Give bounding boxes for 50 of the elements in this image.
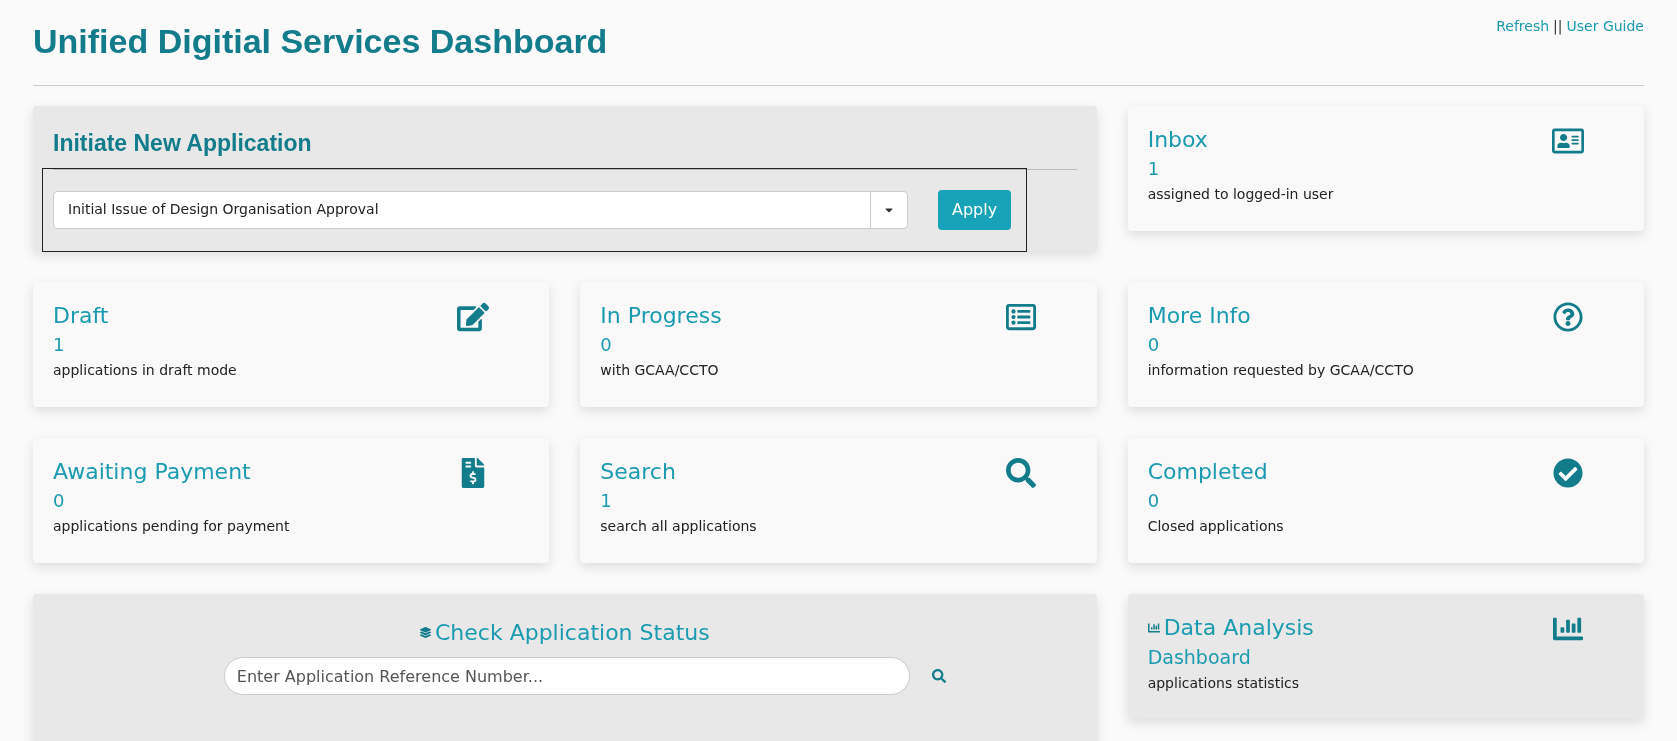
id-card-icon (1552, 126, 1584, 156)
reference-number-input[interactable]: Enter Application Reference Number... (223, 657, 910, 695)
card-description: information requested by GCAA/CCTO (1147, 361, 1414, 380)
status-card[interactable]: Search 1 search all applications (580, 438, 1097, 563)
card-description: with GCAA/CCTO (600, 361, 720, 380)
select-value: Initial Issue of Design Organisation Approval (67, 200, 380, 219)
card-description: Closed applications (1147, 517, 1284, 536)
question-icon (1552, 302, 1584, 332)
card-title[interactable]: Awaiting Payment (53, 458, 290, 486)
card-title[interactable]: Search (600, 458, 757, 486)
layers-icon (419, 627, 431, 638)
card-count: 0 (53, 489, 66, 512)
status-card[interactable]: More Info 0 information requested by GCAA/CCTO (1127, 282, 1644, 407)
search-icon (1004, 458, 1037, 488)
card-count: 1 (53, 333, 66, 356)
search-icon[interactable] (931, 669, 946, 683)
card-title[interactable]: Draft (53, 302, 237, 330)
card-count: 0 (600, 333, 613, 356)
card-description: applications statistics (1147, 674, 1301, 694)
card-description: applications in draft mode (53, 361, 237, 380)
dashboard-link[interactable]: Dashboard (1147, 645, 1314, 670)
card-count: 0 (1147, 489, 1161, 512)
status-card[interactable]: Awaiting Payment 0 applications pending for payment (33, 438, 550, 563)
status-card[interactable]: Completed 0 Closed applications (1127, 438, 1644, 563)
application-type-select[interactable]: Initial Issue of Design Organisation Approval (53, 190, 908, 229)
user-guide-link[interactable]: User Guide (1566, 16, 1644, 37)
panel-title: Initiate New Application (53, 130, 312, 156)
apply-button[interactable]: Apply (938, 189, 1012, 230)
link-separator: || (1553, 17, 1563, 37)
status-card[interactable]: In Progress 0 with GCAA/CCTO (580, 282, 1097, 407)
page-title: Unified Digitial Services Dashboard (33, 21, 608, 62)
status-card[interactable]: Draft 1 applications in draft mode (33, 282, 550, 407)
card-title[interactable]: In Progress (600, 302, 722, 330)
card-title[interactable]: Completed (1147, 458, 1284, 486)
chart-icon (1147, 621, 1160, 634)
analysis-card[interactable]: Data Analysis Dashboard applications statistics (1127, 594, 1644, 719)
card-description: assigned to logged-in user (1147, 185, 1334, 204)
card-title[interactable]: More Info (1147, 302, 1414, 330)
card-description: search all applications (600, 517, 757, 536)
edit-icon (457, 302, 490, 332)
card-title[interactable]: Inbox (1147, 126, 1334, 154)
refresh-link[interactable]: Refresh (1496, 16, 1550, 37)
card-title: Data Analysis (1163, 614, 1314, 642)
list-icon (1004, 302, 1037, 332)
card-count: 0 (1147, 333, 1161, 356)
card-description: applications pending for payment (53, 517, 290, 536)
status-card[interactable]: Inbox 1 assigned to logged-in user (1127, 106, 1644, 231)
panel-title: Check Application Status (434, 619, 710, 647)
card-count: 1 (1147, 157, 1161, 180)
card-count: 1 (600, 489, 613, 512)
